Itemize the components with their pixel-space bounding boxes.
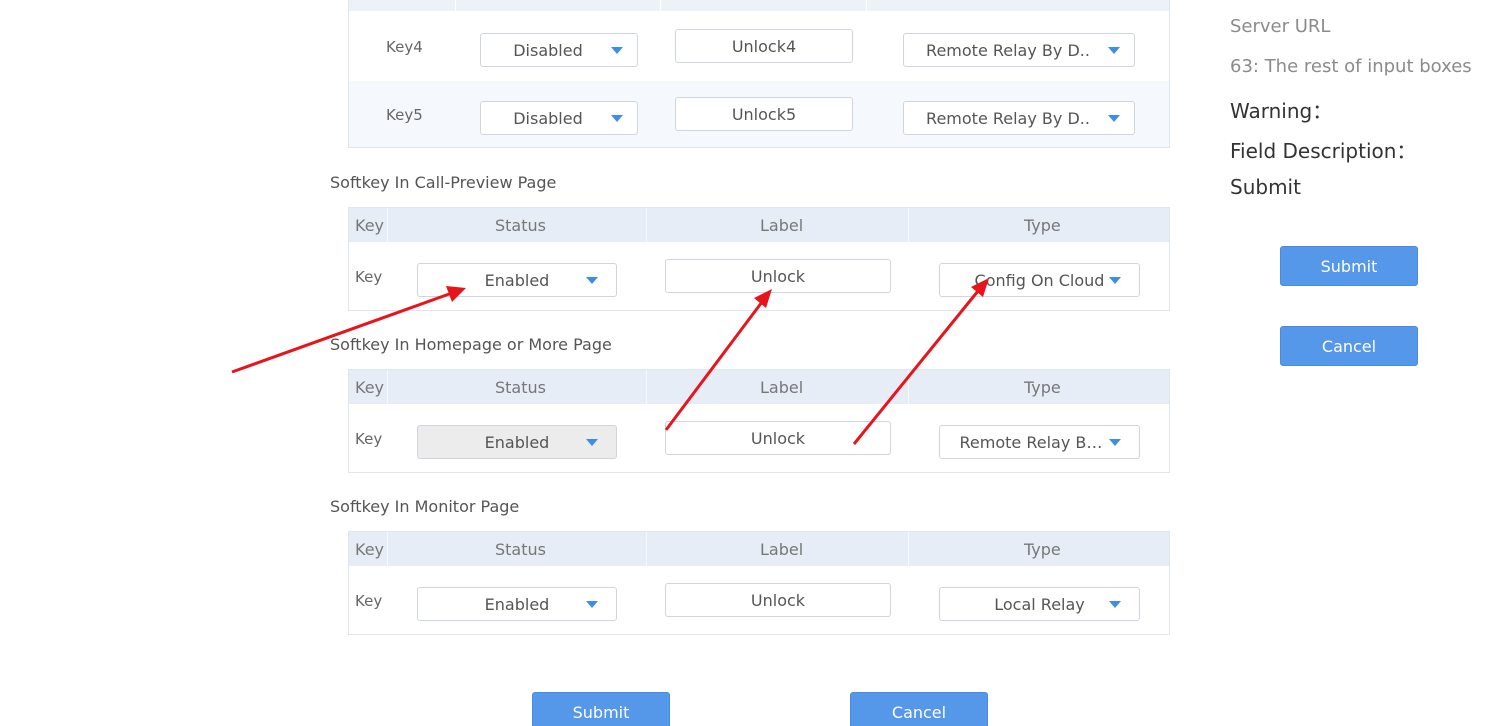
section-title-homepage: Softkey In Homepage or More Page [330, 335, 612, 354]
table-header: Key Status Label Type [349, 208, 1169, 242]
status-select[interactable]: Enabled [417, 263, 617, 297]
section-title-call-preview: Softkey In Call-Preview Page [330, 173, 557, 192]
chevron-down-icon [611, 47, 623, 54]
submit-button[interactable]: Submit [532, 692, 670, 726]
type-value: Local Relay [994, 594, 1085, 614]
table-header: Key Status Label Type [349, 370, 1169, 404]
label-value: Unlock4 [731, 36, 797, 56]
row-key: Key [355, 268, 383, 286]
side-cancel-button[interactable]: Cancel [1280, 326, 1418, 366]
top-softkey-table: Key4 Disabled Unlock4 Remote Relay By D.… [348, 0, 1170, 148]
header-status: Status [495, 378, 546, 397]
header-key: Key [355, 216, 385, 235]
label-input[interactable]: Unlock5 [675, 97, 853, 131]
header-status: Status [495, 216, 546, 235]
status-select[interactable]: Disabled [480, 101, 638, 135]
table-header: Key Status Label Type [349, 532, 1169, 566]
input-boxes-text: 63: The rest of input boxes [1230, 56, 1472, 77]
type-select[interactable]: Remote Relay By H.. [939, 425, 1140, 459]
status-value: Disabled [513, 40, 583, 60]
type-select[interactable]: Remote Relay By D.. [903, 33, 1135, 67]
field-description-label: Field Description： [1230, 139, 1417, 163]
submit-text: Submit [1230, 175, 1301, 199]
header-label: Label [760, 378, 804, 397]
chevron-down-icon [1108, 115, 1120, 122]
chevron-down-icon [1109, 601, 1121, 608]
label-input[interactable]: Unlock4 [675, 29, 853, 63]
side-submit-button[interactable]: Submit [1280, 246, 1418, 286]
label-value: Unlock [750, 590, 806, 610]
type-select[interactable]: Local Relay [939, 587, 1140, 621]
chevron-down-icon [1109, 277, 1121, 284]
status-value: Enabled [484, 594, 550, 614]
warning-label: Warning： [1230, 99, 1333, 123]
homepage-table: Key Status Label Type Key Enabled Unlock… [348, 369, 1170, 473]
label-input[interactable]: Unlock [665, 421, 891, 455]
header-key: Key [355, 378, 385, 397]
chevron-down-icon [611, 115, 623, 122]
status-select[interactable]: Enabled [417, 587, 617, 621]
type-value: Remote Relay By D.. [926, 108, 1090, 128]
table-row: Key5 Disabled Unlock5 Remote Relay By D.… [349, 81, 1169, 147]
row-key: Key [355, 592, 383, 610]
type-value: Remote Relay By D.. [926, 40, 1090, 60]
table-row: Key4 Disabled Unlock4 Remote Relay By D.… [349, 13, 1169, 81]
call-preview-table: Key Status Label Type Key Enabled Unlock… [348, 207, 1170, 311]
status-value: Enabled [484, 432, 550, 452]
label-value: Unlock [750, 266, 806, 286]
cancel-button[interactable]: Cancel [850, 692, 988, 726]
label-value: Unlock5 [731, 104, 797, 124]
section-title-monitor: Softkey In Monitor Page [330, 497, 520, 516]
status-select: Enabled [417, 425, 617, 459]
status-value: Disabled [513, 108, 583, 128]
type-value: Config On Cloud [974, 270, 1105, 290]
label-value: Unlock [750, 428, 806, 448]
monitor-table: Key Status Label Type Key Enabled Unlock… [348, 531, 1170, 635]
type-select[interactable]: Config On Cloud [939, 263, 1140, 297]
row-key: Key5 [386, 106, 423, 124]
row-key: Key4 [386, 38, 423, 56]
header-type: Type [1024, 540, 1061, 559]
label-input[interactable]: Unlock [665, 259, 891, 293]
status-select[interactable]: Disabled [480, 33, 638, 67]
table-header-strip [349, 0, 1169, 11]
status-value: Enabled [484, 270, 550, 290]
chevron-down-icon [1109, 439, 1121, 446]
label-input[interactable]: Unlock [665, 583, 891, 617]
row-key: Key [355, 430, 383, 448]
chevron-down-icon [586, 601, 598, 608]
chevron-down-icon [586, 277, 598, 284]
header-status: Status [495, 540, 546, 559]
server-url-text: Server URL [1230, 16, 1331, 37]
chevron-down-icon [1108, 47, 1120, 54]
type-value: Remote Relay By H.. [959, 432, 1110, 452]
header-label: Label [760, 540, 804, 559]
header-type: Type [1024, 216, 1061, 235]
header-key: Key [355, 540, 385, 559]
type-select[interactable]: Remote Relay By D.. [903, 101, 1135, 135]
header-label: Label [760, 216, 804, 235]
chevron-down-icon [586, 439, 598, 446]
header-type: Type [1024, 378, 1061, 397]
